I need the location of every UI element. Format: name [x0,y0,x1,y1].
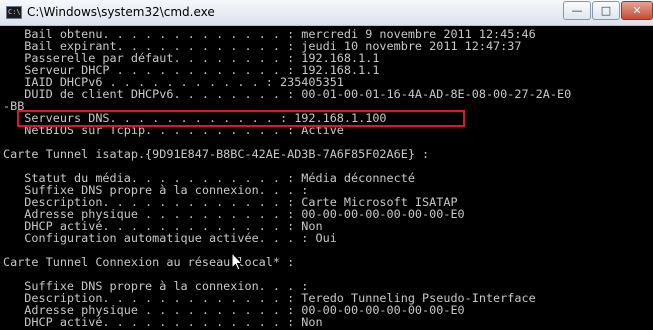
cmd-window: C:\ C:\Windows\system32\cmd.exe — □ ✕ Ba… [0,0,653,330]
dns-servers-highlight-box [17,110,465,127]
console-line: Carte Tunnel Connexion au réseau local* … [3,255,295,269]
maximize-button[interactable]: □ [592,1,620,20]
console-output[interactable]: Bail obtenu. . . . . . . . . . . . . : m… [0,26,653,330]
console-line: Configuration automatique activée. . . :… [3,231,337,245]
mouse-pointer-icon [231,252,243,271]
window-title: C:\Windows\system32\cmd.exe [27,5,215,19]
minimize-button[interactable]: — [563,1,591,20]
console-line: DHCP activé. . . . . . . . . . . . . : N… [3,315,323,329]
close-button[interactable]: ✕ [621,1,653,20]
title-bar[interactable]: C:\ C:\Windows\system32\cmd.exe — □ ✕ [0,0,653,26]
cmd-console-icon[interactable]: C:\ [6,6,22,19]
console-line: DUID de client DHCPv6. . . . . . . . : 0… [3,87,572,101]
console-line: Carte Tunnel isatap.{9D91E847-B8BC-42AE-… [3,147,430,161]
